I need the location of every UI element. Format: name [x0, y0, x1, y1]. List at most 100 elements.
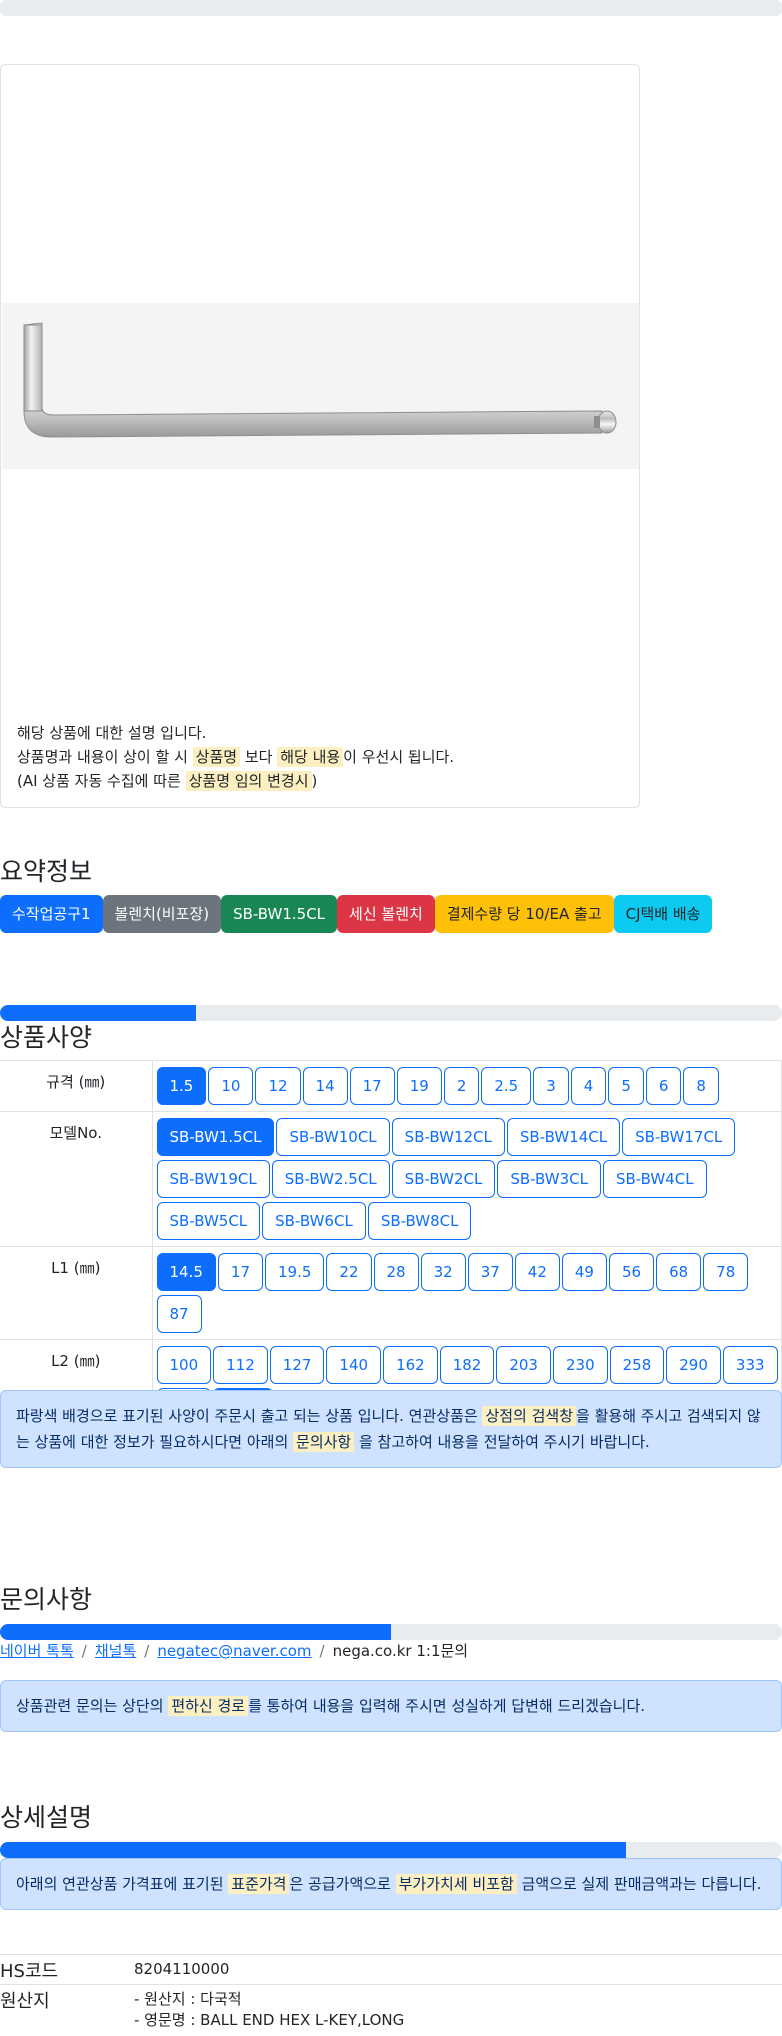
- notice-text: 아래의 연관상품 가격표에 표기된: [16, 1875, 229, 1893]
- inquiry-notice: 상품관련 문의는 상단의 편하신 경로 를 통하여 내용을 입력해 주시면 성실하…: [0, 1680, 782, 1732]
- inquiry-progress-fill: [0, 1624, 391, 1640]
- spec-option[interactable]: 19: [396, 1067, 442, 1105]
- spec-option[interactable]: 17: [349, 1067, 395, 1105]
- spec-option[interactable]: 182: [439, 1346, 495, 1384]
- spec-label: L1 (㎜): [0, 1246, 153, 1340]
- notice-text: 상품관련 문의는 상단의: [16, 1697, 169, 1715]
- highlight-name-change: 상품명 임의 변경시: [185, 771, 312, 791]
- spec-option[interactable]: 32: [420, 1253, 466, 1291]
- spec-option[interactable]: 6: [645, 1067, 682, 1105]
- summary-badge: 결제수량 당 10/EA 출고: [434, 895, 614, 933]
- channel-talk-link[interactable]: 채널톡: [95, 1642, 136, 1660]
- spec-option[interactable]: SB-BW8CL: [367, 1202, 472, 1240]
- spec-option[interactable]: SB-BW17CL: [622, 1118, 736, 1156]
- spec-option[interactable]: SB-BW12CL: [391, 1118, 505, 1156]
- spec-option[interactable]: 49: [561, 1253, 607, 1291]
- spec-options: 14.5 17 19.5 22 28 32 37 42 49 56 68 78 87: [152, 1246, 782, 1340]
- spec-option[interactable]: 37: [467, 1253, 513, 1291]
- spec-option[interactable]: 100: [156, 1346, 212, 1384]
- specs-progress: [0, 1005, 782, 1021]
- breadcrumb-separator: /: [319, 1642, 325, 1660]
- spec-option[interactable]: SB-BW2CL: [391, 1160, 496, 1198]
- notice-text: 파랑색 배경으로 표기된 사양이 주문시 출고 되는 상품 입니다. 연관상품은: [16, 1407, 483, 1425]
- spec-option[interactable]: 333: [722, 1346, 778, 1384]
- spec-row: 모델No. SB-BW1.5CL SB-BW10CL SB-BW12CL SB-BW14…: [0, 1111, 782, 1247]
- spec-option[interactable]: SB-BW3CL: [497, 1160, 601, 1198]
- spec-option[interactable]: 42: [514, 1253, 560, 1291]
- spec-option[interactable]: 68: [656, 1253, 702, 1291]
- spec-option[interactable]: SB-BW14CL: [506, 1118, 621, 1156]
- spec-option[interactable]: 203: [496, 1346, 551, 1384]
- site-inquiry-text: nega.co.kr 1:1문의: [332, 1642, 469, 1660]
- notice-text: 을 참고하여 내용을 전달하여 주시기 바랍니다.: [354, 1433, 650, 1451]
- notice-text: ): [311, 772, 318, 790]
- spec-option[interactable]: 19.5: [265, 1253, 325, 1291]
- spec-option-selected[interactable]: SB-BW1.5CL: [156, 1118, 275, 1156]
- spec-option[interactable]: SB-BW2.5CL: [271, 1160, 390, 1198]
- spec-option[interactable]: 258: [609, 1346, 665, 1384]
- inquiry-links: 네이버 톡톡 / 채널톡 / negatec@naver.com / nega.co.kr …: [0, 1640, 468, 1661]
- spec-option[interactable]: 5: [608, 1067, 644, 1105]
- product-notice: 해당 상품에 대한 설명 입니다. 상품명과 내용이 상이 할 시 상품명 보다…: [17, 721, 454, 793]
- spec-option[interactable]: 230: [552, 1346, 608, 1384]
- spec-option[interactable]: SB-BW19CL: [156, 1160, 270, 1198]
- spec-option[interactable]: 87: [156, 1295, 202, 1333]
- summary-badge: 세신 볼렌치: [337, 895, 435, 933]
- origin-label: 원산지: [0, 1984, 134, 2035]
- spec-option[interactable]: 78: [703, 1253, 749, 1291]
- notice-line-3: (AI 상품 자동 수집에 따른 상품명 임의 변경시): [17, 769, 454, 793]
- spec-option[interactable]: SB-BW4CL: [602, 1160, 707, 1198]
- spec-options: SB-BW1.5CL SB-BW10CL SB-BW12CL SB-BW14CL SB-…: [152, 1111, 782, 1247]
- spec-option[interactable]: SB-BW10CL: [276, 1118, 390, 1156]
- summary-badge: 볼렌치(비포장): [102, 895, 222, 933]
- spec-option[interactable]: 290: [666, 1346, 721, 1384]
- spec-option[interactable]: 2.5: [481, 1067, 532, 1105]
- highlight-vat-excluded: 부가가치세 비포함: [395, 1874, 517, 1894]
- notice-text: 를 통하여 내용을 입력해 주시면 성실하게 답변해 드리겠습니다.: [248, 1697, 646, 1715]
- spec-option[interactable]: 10: [208, 1067, 254, 1105]
- notice-line-2: 상품명과 내용이 상이 할 시 상품명 보다 해당 내용 이 우선시 됩니다.: [17, 745, 454, 769]
- spec-option[interactable]: SB-BW5CL: [156, 1202, 261, 1240]
- spec-option[interactable]: 28: [373, 1253, 419, 1291]
- top-progress-bar: [0, 0, 782, 16]
- detail-notice: 아래의 연관상품 가격표에 표기된 표준가격 은 공급가액으로 부가가치세 비포함…: [0, 1858, 782, 1910]
- origin-line-2: - 영문명 : BALL END HEX L-KEY,LONG: [134, 2011, 405, 2029]
- spec-label: 규격 (㎜): [0, 1060, 153, 1112]
- inquiry-title: 문의사항: [0, 1585, 93, 1614]
- spec-option[interactable]: 140: [326, 1346, 382, 1384]
- spec-option[interactable]: 22: [326, 1253, 372, 1291]
- spec-option-selected[interactable]: 1.5: [156, 1067, 207, 1105]
- spec-option[interactable]: 112: [213, 1346, 268, 1384]
- spec-option[interactable]: 162: [383, 1346, 438, 1384]
- summary-badges: 수작업공구1 볼렌치(비포장) SB-BW1.5CL 세신 볼렌치 결제수량 당 10/…: [0, 895, 713, 933]
- detail-progress: [0, 1842, 782, 1858]
- highlight-standard-price: 표준가격: [228, 1874, 290, 1894]
- breadcrumb-separator: /: [144, 1642, 150, 1660]
- spec-option[interactable]: 14: [302, 1067, 348, 1105]
- detail-info-table: HS코드 8204110000 원산지 - 원산지 : 다국적 - 영문명 : …: [0, 1954, 782, 2035]
- email-link[interactable]: negatec@naver.com: [157, 1642, 311, 1660]
- summary-badge: SB-BW1.5CL: [221, 895, 338, 933]
- summary-title: 요약정보: [0, 857, 93, 886]
- notice-text: 금액으로 실제 판매금액과는 다릅니다.: [516, 1875, 762, 1893]
- product-image-card: 해당 상품에 대한 설명 입니다. 상품명과 내용이 상이 할 시 상품명 보다…: [0, 64, 640, 808]
- spec-option[interactable]: SB-BW6CL: [262, 1202, 366, 1240]
- spec-option[interactable]: 4: [570, 1067, 607, 1105]
- notice-text: (AI 상품 자동 수집에 따른: [17, 772, 186, 790]
- spec-option[interactable]: 12: [255, 1067, 301, 1105]
- origin-line-1: - 원산지 : 다국적: [134, 1990, 242, 2008]
- highlight-search-box: 상점의 검색창: [482, 1406, 577, 1426]
- spec-option[interactable]: 56: [608, 1253, 655, 1291]
- spec-option[interactable]: 2: [443, 1067, 480, 1105]
- spec-notice: 파랑색 배경으로 표기된 사양이 주문시 출고 되는 상품 입니다. 연관상품은…: [0, 1390, 782, 1468]
- spec-option[interactable]: 127: [269, 1346, 325, 1384]
- naver-talk-link[interactable]: 네이버 톡톡: [0, 1642, 74, 1660]
- spec-option[interactable]: 3: [533, 1067, 569, 1105]
- hs-code-row: HS코드 8204110000: [0, 1954, 782, 1985]
- spec-option[interactable]: 8: [683, 1067, 719, 1105]
- summary-badge: CJ택배 배송: [613, 895, 713, 933]
- hex-key-image: [23, 322, 617, 438]
- spec-option[interactable]: 17: [217, 1253, 263, 1291]
- notice-line-1: 해당 상품에 대한 설명 입니다.: [17, 724, 207, 742]
- spec-option-selected[interactable]: 14.5: [156, 1253, 216, 1291]
